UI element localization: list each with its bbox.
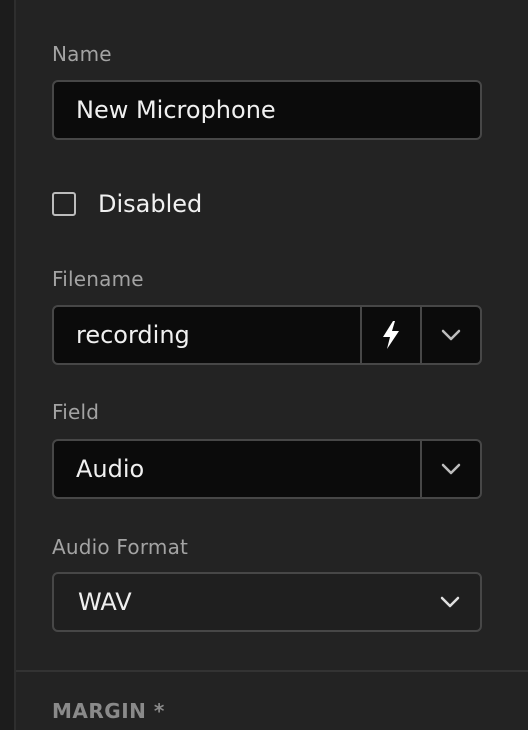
audio-format-label: Audio Format <box>52 535 189 559</box>
chevron-down-icon <box>441 463 461 475</box>
disabled-checkbox[interactable] <box>52 192 76 216</box>
field-label: Field <box>52 400 100 424</box>
field-select-group: Audio <box>52 439 482 499</box>
name-input-value: New Microphone <box>76 96 276 124</box>
audio-format-select[interactable]: WAV <box>52 572 482 632</box>
filename-action-button[interactable] <box>360 307 420 363</box>
filename-input[interactable]: recording <box>54 321 360 349</box>
filename-label: Filename <box>52 267 144 291</box>
audio-format-chevron <box>420 596 480 608</box>
field-select-value[interactable]: Audio <box>54 455 420 483</box>
name-label: Name <box>52 42 112 66</box>
properties-panel: Name New Microphone Disabled Filename re… <box>16 0 528 730</box>
lightning-bolt-icon <box>383 321 399 349</box>
field-dropdown-button[interactable] <box>420 441 480 497</box>
chevron-down-icon <box>440 596 460 608</box>
disabled-checkbox-label[interactable]: Disabled <box>98 190 202 218</box>
chevron-down-icon <box>441 329 461 341</box>
panel-left-border <box>0 0 16 730</box>
filename-dropdown-button[interactable] <box>420 307 480 363</box>
section-divider <box>16 670 528 672</box>
disabled-checkbox-row[interactable]: Disabled <box>52 186 202 222</box>
audio-format-value: WAV <box>78 588 132 616</box>
filename-input-group: recording <box>52 305 482 365</box>
name-input[interactable]: New Microphone <box>52 80 482 140</box>
margin-section-title[interactable]: MARGIN * <box>52 699 165 723</box>
